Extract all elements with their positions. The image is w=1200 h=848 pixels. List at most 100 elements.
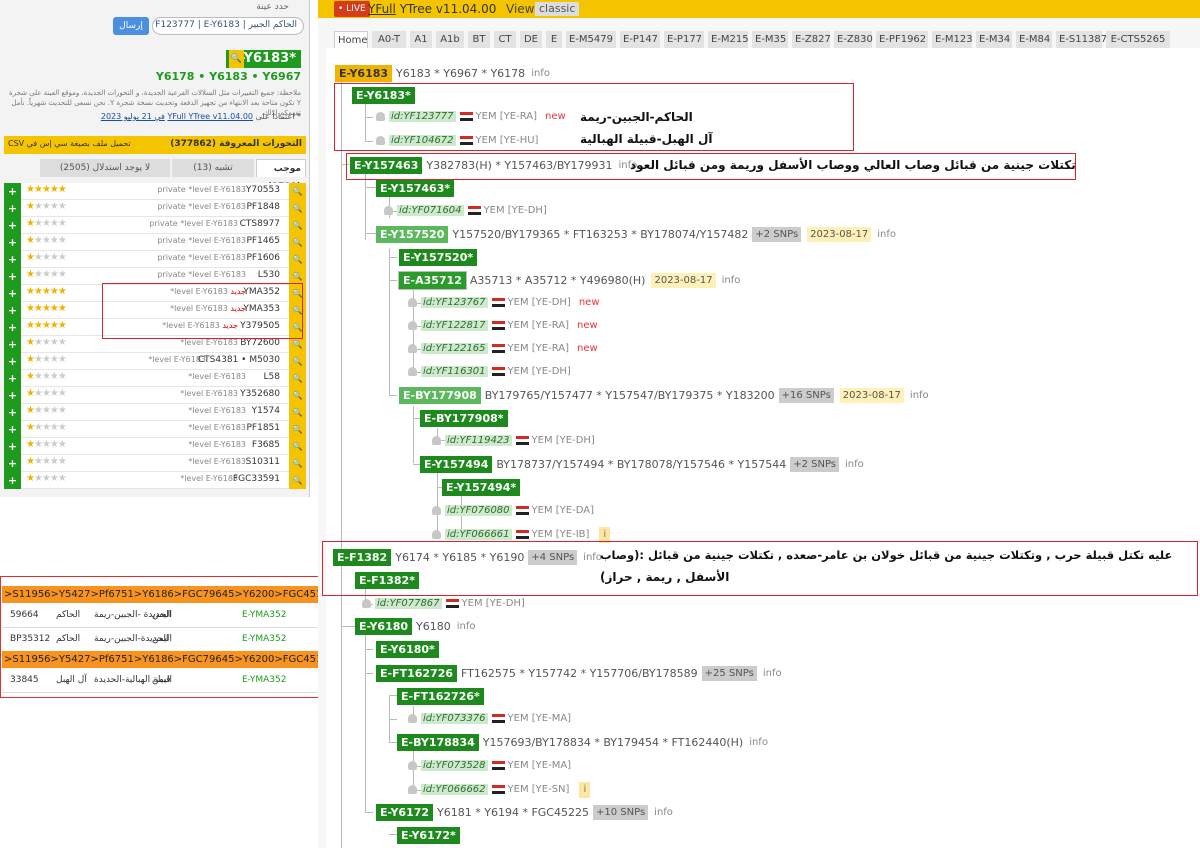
info-link[interactable]: info	[722, 272, 741, 289]
sample-id[interactable]: id:YF116301	[421, 366, 488, 377]
add-icon[interactable]: +	[4, 472, 21, 489]
clade-label[interactable]: E-BY177908	[399, 387, 481, 404]
add-icon[interactable]: +	[4, 404, 21, 421]
info-link[interactable]: info	[749, 734, 768, 751]
magnifier-icon[interactable]: 🔍	[289, 217, 306, 234]
sample-select-input[interactable]: الحاكم الجبير | YF123777 | E-Y6183	[152, 17, 304, 35]
magnifier-icon[interactable]: 🔍	[289, 455, 306, 472]
tab-e-p147[interactable]: E-P147	[620, 31, 660, 48]
clade-label[interactable]: E-Y6172	[376, 804, 434, 821]
info-link[interactable]: info	[654, 804, 673, 821]
tab-ct[interactable]: CT	[494, 31, 516, 48]
tab-e[interactable]: E	[546, 31, 562, 48]
download-csv-link[interactable]: تحميل ملف بصيغة سي إس في CSV	[8, 139, 131, 148]
sample-id[interactable]: id:YF123767	[421, 297, 488, 308]
add-icon[interactable]: +	[4, 302, 21, 319]
magnifier-icon[interactable]: 🔍	[289, 234, 306, 251]
info-link[interactable]: info	[457, 618, 476, 635]
info-link[interactable]: info	[763, 665, 782, 682]
clade-label[interactable]: E-Y6180*	[376, 641, 439, 658]
magnifier-icon[interactable]: 🔍	[289, 183, 306, 200]
add-icon[interactable]: +	[4, 217, 21, 234]
more-snps-button[interactable]: +2 SNPs	[790, 457, 840, 472]
add-icon[interactable]: +	[4, 336, 21, 353]
info-badge[interactable]: i	[579, 782, 591, 798]
clade-label[interactable]: E-A35712	[398, 271, 467, 290]
clade-label[interactable]: E-FT162726	[376, 665, 458, 682]
tab-positive[interactable]: موجب (2729)	[256, 159, 306, 192]
clade-label[interactable]: E-Y6183	[335, 65, 393, 82]
sample-id[interactable]: id:YF076080	[445, 505, 512, 516]
add-icon[interactable]: +	[4, 183, 21, 200]
tab-a0-t[interactable]: A0-T	[372, 31, 406, 48]
clade-label[interactable]: E-Y157494*	[442, 479, 521, 496]
info-link[interactable]: info	[877, 226, 896, 243]
tab-similar[interactable]: تشبه (13)	[172, 159, 254, 177]
more-snps-button[interactable]: +10 SNPs	[592, 805, 649, 820]
sample-id[interactable]: id:YF122165	[421, 343, 488, 354]
clade-label[interactable]: E-FT162726*	[397, 688, 484, 705]
add-icon[interactable]: +	[4, 455, 21, 472]
tab-e-m84[interactable]: E-M84	[1016, 31, 1052, 48]
add-icon[interactable]: +	[4, 200, 21, 217]
clade-label[interactable]: E-BY178834	[397, 734, 479, 751]
info-link[interactable]: info	[845, 456, 864, 473]
clade-label[interactable]: E-Y157463*	[376, 180, 455, 197]
magnifier-icon[interactable]: 🔍	[289, 438, 306, 455]
view-select[interactable]: classic	[535, 2, 580, 16]
tab-e-p177[interactable]: E-P177	[664, 31, 704, 48]
sample-id[interactable]: id:YF122817	[421, 320, 488, 331]
magnifier-icon[interactable]: 🔍	[289, 370, 306, 387]
tab-bt[interactable]: BT	[468, 31, 490, 48]
add-icon[interactable]: +	[4, 438, 21, 455]
info-link[interactable]: info	[531, 65, 550, 82]
magnifier-icon[interactable]: 🔍	[289, 353, 306, 370]
send-button[interactable]: إرسال	[113, 17, 149, 35]
tab-e-s11387[interactable]: E-S11387	[1056, 31, 1107, 48]
tab-de[interactable]: DE	[520, 31, 542, 48]
tab-e-m5479[interactable]: E-M5479	[566, 31, 616, 48]
info-link[interactable]: info	[910, 387, 929, 404]
sample-id[interactable]: id:YF073376	[421, 713, 488, 724]
add-icon[interactable]: +	[4, 319, 21, 336]
add-icon[interactable]: +	[4, 285, 21, 302]
tab-home[interactable]: Home	[334, 31, 368, 48]
magnifier-icon[interactable]: 🔍	[289, 404, 306, 421]
sample-id[interactable]: id:YF119423	[445, 435, 512, 446]
more-snps-button[interactable]: +2 SNPs	[752, 227, 802, 242]
clade-label[interactable]: E-Y157520*	[399, 249, 478, 266]
tab-e-z827[interactable]: E-Z827	[792, 31, 831, 48]
tab-e-m215[interactable]: E-M215	[708, 31, 749, 48]
clade-label[interactable]: E-Y157494	[420, 456, 493, 473]
magnifier-icon[interactable]: 🔍	[289, 387, 306, 404]
magnifier-icon[interactable]: 🔍	[289, 472, 306, 489]
add-icon[interactable]: +	[4, 251, 21, 268]
sample-id[interactable]: id:YF066661	[445, 529, 512, 540]
sample-id[interactable]: id:YF071604	[397, 205, 464, 216]
clade-label[interactable]: E-Y6180	[355, 618, 413, 635]
tab-e-m34[interactable]: E-M34	[976, 31, 1012, 48]
tab-a1[interactable]: A1	[410, 31, 432, 48]
tab-e-cts5265[interactable]: E-CTS5265	[1106, 31, 1170, 48]
add-icon[interactable]: +	[4, 421, 21, 438]
add-icon[interactable]: +	[4, 353, 21, 370]
yfull-link[interactable]: YFull	[368, 2, 396, 16]
more-snps-button[interactable]: +25 SNPs	[701, 666, 757, 681]
ytree-link[interactable]: YFull YTree v11.04.00	[167, 112, 253, 121]
tab-a1b[interactable]: A1b	[436, 31, 464, 48]
sample-id[interactable]: id:YF077867	[375, 598, 442, 609]
tab-no-inference[interactable]: لا يوجد استدلال (2505)	[40, 159, 170, 177]
tab-e-pf1962[interactable]: E-PF1962	[876, 31, 928, 48]
sample-id[interactable]: id:YF066662	[421, 784, 488, 795]
clade-label[interactable]: E-BY177908*	[420, 410, 508, 427]
clade-label[interactable]: E-Y157520	[376, 226, 449, 243]
magnifier-icon[interactable]: 🔍	[289, 251, 306, 268]
tab-e-m123[interactable]: E-M123	[932, 31, 973, 48]
add-icon[interactable]: +	[4, 387, 21, 404]
add-icon[interactable]: +	[4, 234, 21, 251]
clade-label[interactable]: E-Y6172*	[397, 827, 460, 844]
add-icon[interactable]: +	[4, 268, 21, 285]
tab-e-z830[interactable]: E-Z830	[834, 31, 873, 48]
ytree-date[interactable]: في 21 يوليو 2023	[101, 112, 165, 121]
tab-e-m35[interactable]: E-M35	[752, 31, 788, 48]
